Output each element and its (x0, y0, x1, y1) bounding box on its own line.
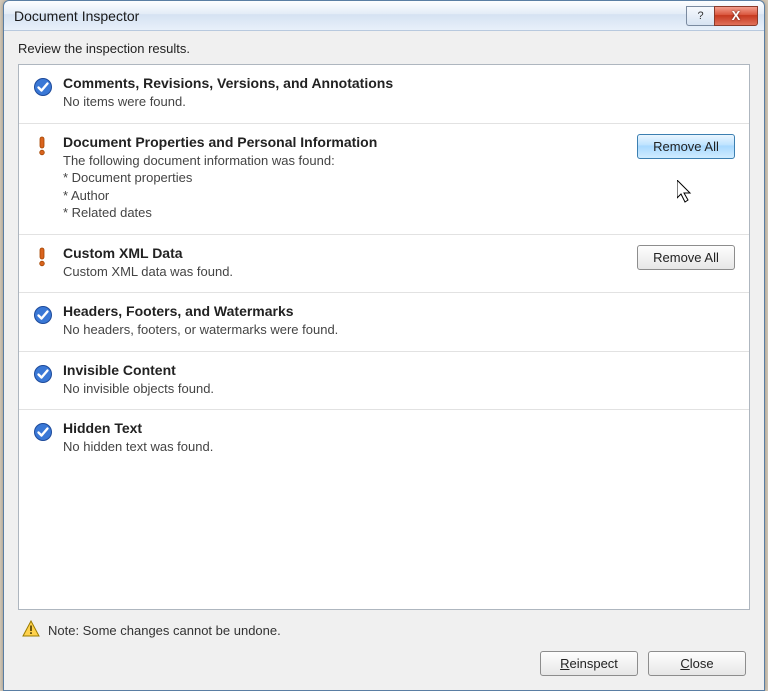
reinspect-button[interactable]: Reinspect (540, 651, 638, 676)
exclamation-warn-icon (33, 245, 53, 270)
help-button[interactable]: ? (686, 6, 714, 26)
reinspect-label: Reinspect (560, 656, 618, 671)
section-body: No headers, footers, or watermarks were … (63, 321, 615, 339)
help-icon: ? (697, 10, 703, 22)
section-body: No items were found. (63, 93, 615, 111)
remove-all-button[interactable]: Remove All (637, 245, 735, 270)
section-text: Headers, Footers, and Watermarks No heade… (63, 303, 615, 339)
section-body: Custom XML data was found. (63, 263, 615, 281)
close-icon: X (732, 8, 741, 23)
footer-note: Note: Some changes cannot be undone. (18, 610, 750, 651)
close-button[interactable]: Close (648, 651, 746, 676)
window-title: Document Inspector (14, 8, 686, 24)
client-area: Review the inspection results. Comments,… (4, 31, 764, 690)
check-ok-icon (33, 75, 53, 100)
section-title: Headers, Footers, and Watermarks (63, 303, 615, 319)
section-title: Hidden Text (63, 420, 615, 436)
section-text: Document Properties and Personal Informa… (63, 134, 615, 222)
check-ok-icon (33, 362, 53, 387)
section-body: No hidden text was found. (63, 438, 615, 456)
inspection-section: Document Properties and Personal Informa… (19, 124, 749, 235)
section-title: Invisible Content (63, 362, 615, 378)
section-title: Comments, Revisions, Versions, and Annot… (63, 75, 615, 91)
results-panel[interactable]: Comments, Revisions, Versions, and Annot… (18, 64, 750, 610)
window-close-button[interactable]: X (714, 6, 758, 26)
instruction-text: Review the inspection results. (18, 41, 750, 56)
footer-buttons: Reinspect Close (18, 651, 750, 678)
exclamation-warn-icon (33, 134, 53, 159)
section-action: Remove All (625, 134, 735, 159)
inspection-section: Invisible Content No invisible objects fo… (19, 352, 749, 411)
footer-note-text: Note: Some changes cannot be undone. (48, 623, 281, 638)
remove-all-label: Remove All (653, 250, 719, 265)
remove-all-button[interactable]: Remove All (637, 134, 735, 159)
inspection-section: Hidden Text No hidden text was found. (19, 410, 749, 468)
check-ok-icon (33, 303, 53, 328)
dialog-window: Document Inspector ? X Review the inspec… (3, 0, 765, 691)
section-body: No invisible objects found. (63, 380, 615, 398)
section-action: Remove All (625, 245, 735, 270)
inspection-section: Headers, Footers, and Watermarks No heade… (19, 293, 749, 352)
inspection-section: Comments, Revisions, Versions, and Annot… (19, 65, 749, 124)
remove-all-label: Remove All (653, 139, 719, 154)
check-ok-icon (33, 420, 53, 445)
section-body: The following document information was f… (63, 152, 615, 222)
warning-icon (22, 620, 40, 641)
section-title: Custom XML Data (63, 245, 615, 261)
section-text: Hidden Text No hidden text was found. (63, 420, 615, 456)
section-text: Custom XML Data Custom XML data was found… (63, 245, 615, 281)
section-text: Invisible Content No invisible objects fo… (63, 362, 615, 398)
section-title: Document Properties and Personal Informa… (63, 134, 615, 150)
titlebar[interactable]: Document Inspector ? X (4, 1, 764, 31)
close-label: Close (680, 656, 713, 671)
inspection-section: Custom XML Data Custom XML data was found… (19, 235, 749, 294)
window-buttons: ? X (686, 6, 758, 26)
section-text: Comments, Revisions, Versions, and Annot… (63, 75, 615, 111)
